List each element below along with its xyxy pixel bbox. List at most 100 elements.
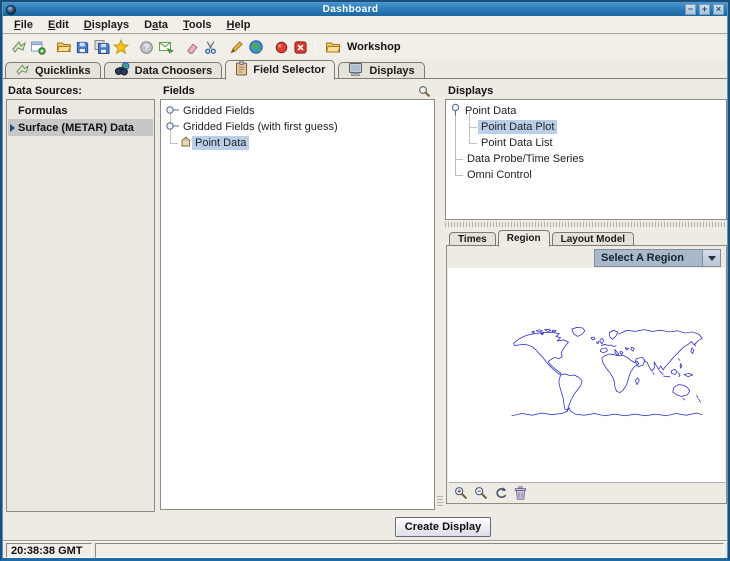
status-bar: 20:38:38 GMT	[3, 541, 727, 558]
menu-file[interactable]: File	[7, 18, 41, 32]
list-item-formulas[interactable]: Formulas	[8, 102, 153, 119]
subtab-label: Region	[507, 233, 541, 244]
fields-tree: Gridded Fields Gridded Fields (with firs…	[160, 99, 435, 510]
collapsed-node-icon	[165, 105, 180, 118]
minimize-button[interactable]: −	[685, 4, 696, 15]
menu-bar: File Edit Displays Data Tools Help	[3, 16, 727, 34]
displays-header: Displays	[448, 85, 493, 97]
stop-icon[interactable]	[291, 38, 310, 57]
list-item-label: Formulas	[18, 105, 68, 117]
workshop-label: Workshop	[347, 41, 401, 53]
data-sources-header: Data Sources:	[8, 85, 82, 97]
subtab-times[interactable]: Times	[449, 232, 496, 246]
tree-node-omni-control[interactable]: Omni Control	[464, 167, 535, 183]
tab-field-selector[interactable]: Field Selector	[225, 60, 335, 80]
clipboard-icon	[235, 61, 248, 79]
monitor-icon	[348, 62, 364, 79]
idv-logo-icon	[6, 5, 16, 15]
tab-quicklinks[interactable]: Quicklinks	[5, 62, 101, 79]
svg-text:?: ?	[144, 42, 149, 52]
list-item-surface-metar[interactable]: Surface (METAR) Data	[8, 119, 153, 136]
tree-node-point-data-list[interactable]: Point Data List	[478, 135, 556, 151]
data-sources-list: Formulas Surface (METAR) Data	[6, 99, 155, 512]
tab-displays[interactable]: Displays	[338, 62, 424, 79]
tree-node-label: Point Data Plot	[478, 120, 557, 134]
chevron-down-icon	[708, 256, 716, 261]
open-file-icon[interactable]	[54, 38, 73, 57]
support-form-icon[interactable]	[156, 38, 175, 57]
clock-readout: 20:38:38 GMT	[6, 543, 92, 558]
region-subtabs: Times Region Layout Model	[449, 229, 636, 246]
main-tabs: Quicklinks Data Choosers Field Selector …	[5, 59, 727, 79]
tree-node-label: Gridded Fields	[180, 104, 258, 118]
tree-node-point-data-plot[interactable]: Point Data Plot	[478, 119, 557, 135]
maximize-button[interactable]: +	[699, 4, 710, 15]
splitter-grip[interactable]	[437, 494, 443, 506]
menu-data[interactable]: Data	[137, 18, 176, 32]
quicklinks-tab-icon	[15, 63, 30, 79]
tree-node-label: Point Data	[192, 136, 249, 150]
region-combobox[interactable]: Select A Region	[594, 249, 721, 267]
collapsed-node-icon	[165, 121, 180, 134]
record-icon[interactable]	[272, 38, 291, 57]
menu-displays[interactable]: Displays	[77, 18, 137, 32]
selection-arrow-icon	[10, 124, 15, 132]
status-message-area	[95, 543, 724, 558]
menu-help[interactable]: Help	[220, 18, 259, 32]
cut-icon[interactable]	[201, 38, 220, 57]
tag-leaf-icon	[180, 136, 192, 151]
displays-tree: Point Data Point Data Plot Point Data Li…	[445, 99, 727, 220]
subtab-layout-model[interactable]: Layout Model	[552, 232, 634, 246]
region-map-canvas[interactable]	[448, 268, 725, 482]
tab-label: Quicklinks	[35, 65, 91, 77]
save-icon[interactable]	[73, 38, 92, 57]
toolbar-separator	[315, 40, 316, 55]
window-title: Dashboard	[16, 4, 685, 16]
erase-icon[interactable]	[182, 38, 201, 57]
world-map	[505, 324, 709, 426]
map-toolbar	[449, 482, 725, 503]
tree-node-data-probe[interactable]: Data Probe/Time Series	[464, 151, 587, 167]
new-window-icon[interactable]	[28, 38, 47, 57]
subtab-region[interactable]: Region	[498, 230, 550, 247]
edit-pencil-icon[interactable]	[227, 38, 246, 57]
expanded-node-icon	[450, 103, 462, 119]
menu-tools[interactable]: Tools	[176, 18, 220, 32]
favorites-star-icon[interactable]	[111, 38, 130, 57]
globe-icon[interactable]	[246, 38, 265, 57]
create-display-button[interactable]: Create Display	[395, 517, 491, 537]
dashboard-window: Dashboard − + × File Edit Displays Data …	[0, 0, 730, 561]
tree-node-point-data[interactable]: Point Data	[180, 135, 249, 151]
combo-dropdown-button[interactable]	[702, 250, 720, 266]
binoculars-icon	[114, 62, 130, 79]
title-bar[interactable]: Dashboard − + ×	[3, 3, 727, 16]
fields-header: Fields	[163, 85, 195, 97]
tab-label: Data Choosers	[135, 65, 213, 77]
tree-node-label: Omni Control	[464, 168, 535, 182]
tab-data-choosers[interactable]: Data Choosers	[104, 62, 223, 79]
subtab-label: Times	[458, 234, 487, 245]
quicklinks-icon[interactable]	[9, 38, 28, 57]
rotate-icon[interactable]	[492, 485, 509, 502]
tree-node-gridded-fields[interactable]: Gridded Fields	[165, 103, 258, 119]
close-button[interactable]: ×	[713, 4, 724, 15]
zoom-out-icon[interactable]	[472, 485, 489, 502]
delete-trash-icon[interactable]	[512, 485, 529, 502]
tab-label: Field Selector	[253, 64, 325, 76]
tree-node-point-data-display[interactable]: Point Data	[450, 103, 519, 119]
displays-splitter[interactable]	[445, 222, 727, 227]
tree-node-label: Gridded Fields (with first guess)	[180, 120, 341, 134]
subtab-label: Layout Model	[561, 234, 625, 245]
region-combo-value: Select A Region	[595, 252, 702, 264]
toolbar: ? Workshop	[3, 35, 727, 59]
tree-node-label: Point Data	[462, 104, 519, 118]
center-splitter[interactable]	[435, 79, 445, 515]
zoom-in-icon[interactable]	[452, 485, 469, 502]
tree-node-gridded-fields-first-guess[interactable]: Gridded Fields (with first guess)	[165, 119, 341, 135]
menu-edit[interactable]: Edit	[41, 18, 77, 32]
help-icon[interactable]: ?	[137, 38, 156, 57]
save-as-icon[interactable]	[92, 38, 111, 57]
workshop-folder-icon[interactable]	[323, 38, 342, 57]
tree-node-label: Data Probe/Time Series	[464, 152, 587, 166]
list-item-label: Surface (METAR) Data	[18, 122, 134, 134]
